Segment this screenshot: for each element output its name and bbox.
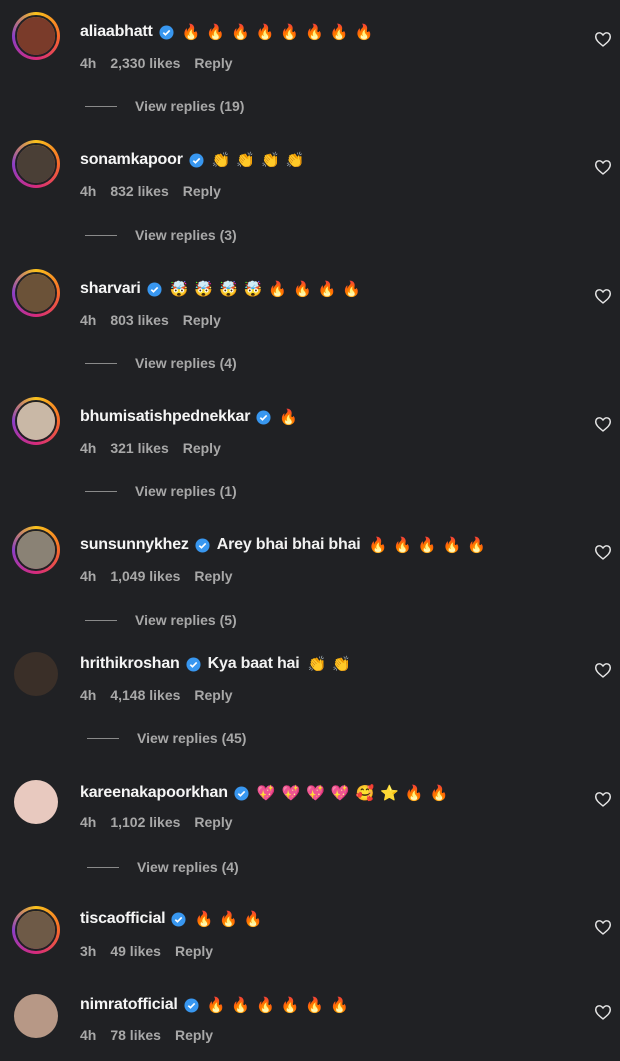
comment-emojis: 🔥 (279, 409, 304, 426)
comment-likes[interactable]: 803 likes (110, 312, 168, 328)
comment-text: Kya baat hai (207, 655, 300, 672)
comment-username[interactable]: bhumisatishpednekkar (80, 408, 250, 426)
reply-button[interactable]: Reply (175, 943, 213, 959)
comment-likes[interactable]: 832 likes (110, 183, 168, 199)
heart-outline-icon[interactable] (594, 159, 612, 175)
reply-button[interactable]: Reply (183, 312, 221, 328)
comment-emojis: 👏👏👏👏 (211, 152, 311, 169)
reply-button[interactable]: Reply (183, 440, 221, 456)
view-replies-button[interactable]: View replies (1) (85, 483, 237, 499)
verified-badge-icon (189, 152, 204, 168)
comment-emojis: 🔥🔥🔥🔥🔥🔥🔥🔥 (181, 24, 380, 41)
avatar[interactable] (12, 526, 60, 574)
avatar[interactable] (12, 778, 60, 826)
comment-time: 4h (80, 183, 97, 199)
reply-button[interactable]: Reply (194, 55, 232, 71)
avatar[interactable] (12, 140, 60, 188)
view-replies-button[interactable]: View replies (4) (87, 859, 239, 875)
heart-outline-icon[interactable] (594, 31, 612, 47)
comment-time: 4h (80, 1027, 97, 1043)
view-replies-button[interactable]: View replies (5) (85, 612, 237, 628)
view-replies-button[interactable]: View replies (19) (85, 98, 244, 114)
verified-badge-icon (171, 911, 186, 927)
reply-button[interactable]: Reply (194, 814, 232, 830)
comment-username[interactable]: nimratofficial (80, 996, 178, 1014)
comment-username[interactable]: sunsunnykhez (80, 536, 189, 554)
avatar[interactable] (12, 906, 60, 954)
comment-emojis: 🔥🔥🔥🔥🔥 (368, 537, 492, 554)
reply-button[interactable]: Reply (194, 687, 232, 703)
replies-divider (85, 619, 117, 621)
replies-divider (87, 866, 119, 868)
verified-badge-icon (186, 656, 201, 672)
comment-username[interactable]: hrithikroshan (80, 655, 180, 673)
reply-button[interactable]: Reply (175, 1027, 213, 1043)
comment-username[interactable]: tiscaofficial (80, 910, 166, 928)
avatar[interactable] (12, 269, 60, 317)
avatar[interactable] (12, 992, 60, 1040)
comment-likes[interactable]: 78 likes (110, 1027, 161, 1043)
comment-likes[interactable]: 4,148 likes (110, 687, 180, 703)
comment-time: 4h (80, 440, 97, 456)
comment-likes[interactable]: 1,049 likes (110, 568, 180, 584)
comment-time: 4h (80, 814, 97, 830)
verified-badge-icon (159, 24, 174, 40)
comment-username[interactable]: aliaabhatt (80, 23, 153, 41)
comment-time: 3h (80, 943, 97, 959)
comment-time: 4h (80, 55, 97, 71)
replies-divider (85, 105, 117, 107)
comment-likes[interactable]: 2,330 likes (110, 55, 180, 71)
heart-outline-icon[interactable] (594, 919, 612, 935)
comment-text: Arey bhai bhai bhai (216, 536, 361, 553)
heart-outline-icon[interactable] (594, 1004, 612, 1020)
comment-time: 4h (80, 568, 97, 584)
comment-time: 4h (80, 687, 97, 703)
verified-badge-icon (184, 997, 199, 1013)
verified-badge-icon (147, 281, 162, 297)
comment-emojis: 💖💖💖💖🥰⭐🔥🔥 (256, 785, 455, 802)
avatar[interactable] (12, 397, 60, 445)
heart-outline-icon[interactable] (594, 662, 612, 678)
comment-username[interactable]: kareenakapoorkhan (80, 784, 228, 802)
replies-divider (85, 490, 117, 492)
comment-likes[interactable]: 49 likes (110, 943, 161, 959)
comment-time: 4h (80, 312, 97, 328)
comment-emojis: 👏👏 (307, 656, 357, 673)
comment-username[interactable]: sonamkapoor (80, 151, 183, 169)
heart-outline-icon[interactable] (594, 791, 612, 807)
replies-divider (85, 362, 117, 364)
comment-likes[interactable]: 1,102 likes (110, 814, 180, 830)
avatar[interactable] (12, 650, 60, 698)
view-replies-button[interactable]: View replies (4) (85, 355, 237, 371)
comment-emojis: 🤯🤯🤯🤯🔥🔥🔥🔥 (169, 281, 368, 298)
comment-emojis: 🔥🔥🔥 (194, 911, 269, 928)
verified-badge-icon (195, 537, 210, 553)
view-replies-button[interactable]: View replies (3) (85, 227, 237, 243)
heart-outline-icon[interactable] (594, 288, 612, 304)
avatar[interactable] (12, 12, 60, 60)
comment-likes[interactable]: 321 likes (110, 440, 168, 456)
reply-button[interactable]: Reply (183, 183, 221, 199)
heart-outline-icon[interactable] (594, 416, 612, 432)
comment-emojis: 🔥🔥🔥🔥🔥🔥 (206, 997, 355, 1014)
replies-divider (87, 737, 119, 739)
replies-divider (85, 234, 117, 236)
verified-badge-icon (256, 409, 271, 425)
comment-username[interactable]: sharvari (80, 280, 141, 298)
view-replies-button[interactable]: View replies (45) (87, 730, 246, 746)
heart-outline-icon[interactable] (594, 544, 612, 560)
reply-button[interactable]: Reply (194, 568, 232, 584)
verified-badge-icon (234, 785, 249, 801)
